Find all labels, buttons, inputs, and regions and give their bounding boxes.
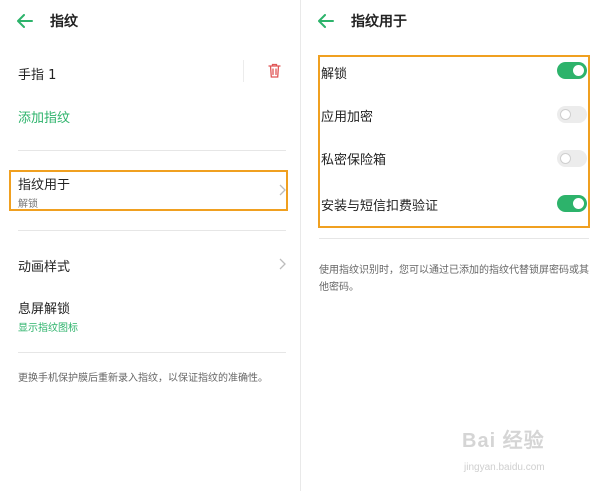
animation-label: 动画样式 [18, 260, 71, 275]
fingerprint-settings-panel: 指纹 手指 1 添加指纹 指纹用于 解锁 动画样式 息屏解锁 显示指纹图标 更换… [0, 0, 300, 491]
screen-off-unlock-item[interactable]: 息屏解锁 显示指纹图标 [0, 292, 300, 336]
install-sms-toggle[interactable] [557, 195, 587, 212]
left-note: 更换手机保护膜后重新录入指纹，以保证指纹的准确性。 [18, 373, 268, 384]
arrow-left-icon [318, 14, 334, 28]
app-encryption-toggle[interactable] [557, 106, 587, 123]
animation-style-item[interactable]: 动画样式 [0, 250, 300, 280]
right-header: 指纹用于 [315, 6, 407, 36]
baidu-jingyan-watermark: Bai 经验 jingyan.baidu.com [462, 424, 588, 482]
option-row-unlock[interactable]: 解锁 [301, 58, 601, 86]
back-button[interactable] [14, 10, 36, 32]
watermark-logo: Bai 经验 [462, 430, 545, 452]
page-title: 指纹用于 [351, 14, 407, 30]
trash-icon[interactable] [268, 63, 281, 78]
arrow-left-icon [17, 14, 33, 28]
option-label: 私密保险箱 [321, 153, 387, 168]
finger-divider [243, 60, 244, 82]
option-label: 应用加密 [321, 110, 374, 125]
page-title: 指纹 [50, 14, 78, 30]
fingerprint-usage-panel: 指纹用于 解锁 应用加密 私密保险箱 安装与短信扣费验证 使用指纹识别时，您可以… [301, 0, 601, 491]
usage-highlight-box [9, 170, 288, 211]
option-row-private-safe[interactable]: 私密保险箱 [301, 144, 601, 172]
left-header: 指纹 [14, 6, 78, 36]
section-divider-1 [18, 150, 286, 151]
chevron-right-icon [279, 258, 286, 270]
right-note: 使用指纹识别时，您可以通过已添加的指纹代替锁屏密码或其他密码。 [319, 265, 589, 293]
back-button[interactable] [315, 10, 337, 32]
option-row-app-encryption[interactable]: 应用加密 [301, 101, 601, 129]
option-label: 解锁 [321, 67, 348, 82]
add-fingerprint-link[interactable]: 添加指纹 [18, 107, 70, 126]
unlock-toggle[interactable] [557, 62, 587, 79]
watermark-url: jingyan.baidu.com [464, 462, 545, 473]
finger-item[interactable]: 手指 1 [0, 50, 300, 94]
section-divider [319, 238, 589, 239]
section-divider-2 [18, 230, 286, 231]
option-label: 安装与短信扣费验证 [321, 199, 439, 214]
screen-off-sub: 显示指纹图标 [18, 323, 78, 334]
option-row-install-sms[interactable]: 安装与短信扣费验证 [301, 190, 601, 218]
finger-name: 手指 1 [18, 68, 57, 83]
section-divider-3 [18, 352, 286, 353]
screen-off-label: 息屏解锁 [18, 302, 71, 317]
private-safe-toggle[interactable] [557, 150, 587, 167]
